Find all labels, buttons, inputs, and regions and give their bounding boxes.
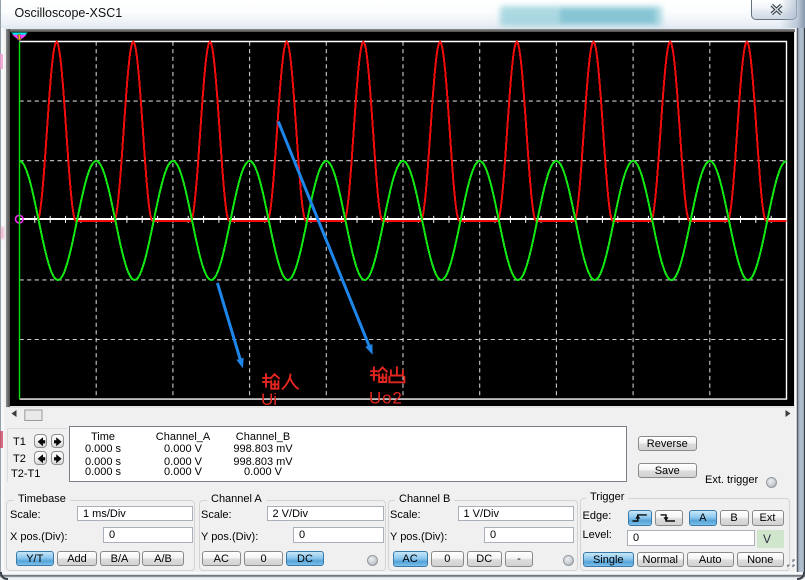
svg-text:1: 1 <box>17 32 21 41</box>
svg-text:Ui: Ui <box>261 390 277 407</box>
svg-text:Uo2: Uo2 <box>369 388 403 407</box>
